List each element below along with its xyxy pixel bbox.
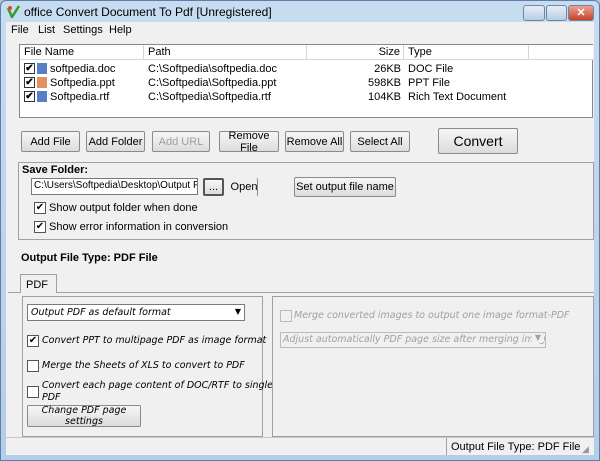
set-output-file-name-button[interactable]: Set output file name	[294, 177, 396, 197]
show-output-folder-label: Show output folder when done	[49, 202, 198, 214]
chevron-down-icon: ▼	[234, 307, 241, 316]
menu-list[interactable]: List	[38, 24, 55, 36]
merge-xls-label: Merge the Sheets of XLS to convert to PD…	[42, 360, 245, 371]
add-url-button[interactable]: Add URL	[152, 131, 210, 152]
status-divider	[446, 438, 447, 455]
file-size: 598KB	[367, 77, 401, 89]
menu-settings[interactable]: Settings	[63, 24, 103, 36]
add-folder-button[interactable]: Add Folder	[86, 131, 145, 152]
file-list[interactable]: File Name Path Size Type ✔ softpedia.doc…	[19, 44, 593, 118]
show-error-info-checkbox[interactable]: ✔	[34, 221, 46, 233]
chevron-down-icon: ▼	[532, 333, 544, 342]
column-path[interactable]: Path	[144, 45, 307, 60]
file-name: Softpedia.rtf	[50, 91, 110, 103]
table-row[interactable]: ✔ Softpedia.rtf C:\Softpedia\Softpedia.r…	[20, 90, 592, 104]
column-file-name[interactable]: File Name	[20, 45, 144, 60]
adjust-page-size-value: Adjust automatically PDF page size after…	[283, 334, 545, 345]
merge-xls-checkbox[interactable]	[27, 360, 39, 372]
file-path: C:\Softpedia\softpedia.doc	[148, 63, 278, 75]
select-all-button[interactable]: Select All	[350, 131, 410, 152]
row-checkbox[interactable]: ✔	[24, 63, 35, 74]
status-output-type: Output File Type: PDF File	[451, 441, 581, 453]
merge-images-checkbox[interactable]	[280, 310, 292, 322]
show-error-info-label: Show error information in conversion	[49, 221, 229, 233]
save-folder-label: Save Folder:	[22, 164, 89, 176]
convert-ppt-checkbox[interactable]: ✔	[27, 335, 39, 347]
resize-grip-icon[interactable]: ◢	[582, 444, 589, 455]
window-title: office Convert Document To Pdf [Unregist…	[24, 5, 272, 19]
save-folder-input[interactable]: C:\Users\Softpedia\Desktop\Output Files	[31, 178, 198, 195]
app-logo-icon	[7, 5, 20, 18]
output-file-type-label: Output File Type: PDF File	[21, 252, 158, 264]
file-name: Softpedia.ppt	[50, 77, 115, 89]
change-pdf-page-settings-button[interactable]: Change PDF page settings	[27, 405, 141, 427]
minimize-button[interactable]	[523, 5, 545, 21]
file-name: softpedia.doc	[50, 63, 116, 75]
remove-file-button[interactable]: Remove File	[219, 130, 279, 154]
convert-doc-rtf-checkbox[interactable]	[27, 386, 39, 398]
pdf-format-dropdown[interactable]: Output PDF as default format ▼	[27, 304, 245, 321]
table-row[interactable]: ✔ Softpedia.ppt C:\Softpedia\Softpedia.p…	[20, 76, 592, 90]
show-output-folder-checkbox[interactable]: ✔	[34, 202, 46, 214]
close-button[interactable]: ✕	[568, 5, 594, 21]
pdf-format-value: Output PDF as default format	[31, 307, 171, 318]
remove-all-button[interactable]: Remove All	[285, 131, 344, 152]
maximize-button[interactable]	[546, 5, 567, 21]
row-checkbox[interactable]: ✔	[24, 77, 35, 88]
tab-pdf[interactable]: PDF	[20, 274, 57, 293]
table-row[interactable]: ✔ softpedia.doc C:\Softpedia\softpedia.d…	[20, 62, 592, 76]
column-filler	[529, 45, 593, 60]
open-folder-button[interactable]: Open	[231, 178, 258, 196]
ppt-icon	[37, 77, 47, 88]
rtf-icon	[37, 91, 47, 102]
convert-doc-rtf-label-line2: PDF	[42, 392, 61, 403]
convert-doc-rtf-label: Convert each page content of DOC/RTF to …	[42, 380, 274, 391]
file-size: 104KB	[367, 91, 401, 103]
column-size[interactable]: Size	[307, 45, 404, 60]
convert-button[interactable]: Convert	[438, 128, 518, 154]
adjust-page-size-dropdown[interactable]: Adjust automatically PDF page size after…	[280, 332, 546, 348]
menu-help[interactable]: Help	[109, 24, 132, 36]
file-size: 26KB	[374, 63, 401, 75]
file-path: C:\Softpedia\Softpedia.rtf	[148, 91, 271, 103]
word-doc-icon	[37, 63, 47, 74]
browse-button[interactable]: ...	[203, 178, 224, 196]
file-type: Rich Text Document	[408, 91, 507, 103]
file-type: DOC File	[408, 63, 454, 75]
column-type[interactable]: Type	[404, 45, 529, 60]
row-checkbox[interactable]: ✔	[24, 91, 35, 102]
merge-images-label: Merge converted images to output one ima…	[294, 310, 570, 321]
convert-ppt-label: Convert PPT to multipage PDF as image fo…	[42, 335, 267, 346]
add-file-button[interactable]: Add File	[21, 131, 80, 152]
file-type: PPT File	[408, 77, 450, 89]
file-path: C:\Softpedia\Softpedia.ppt	[148, 77, 277, 89]
menu-file[interactable]: File	[11, 24, 29, 36]
